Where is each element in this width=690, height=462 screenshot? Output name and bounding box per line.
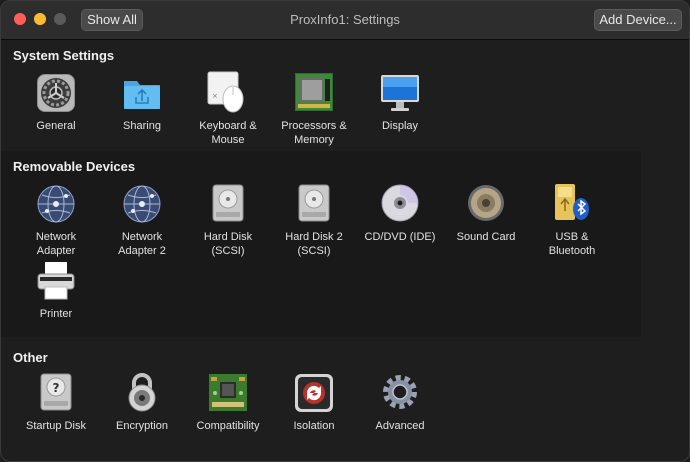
svg-text:?: ?: [53, 381, 60, 395]
removable-devices-heading: Removable Devices: [13, 159, 136, 174]
circuit-board-icon: [206, 371, 250, 415]
network-adapter-2-item[interactable]: Network Adapter 2: [98, 182, 186, 258]
network-globe-icon: [34, 182, 78, 226]
speaker-icon: [464, 182, 508, 226]
processors-memory-label: Processors & Memory: [281, 120, 347, 146]
cd-dvd-label: CD/DVD (IDE): [364, 231, 436, 243]
cd-dvd-item[interactable]: CD/DVD (IDE): [356, 182, 444, 244]
printer-icon: [34, 259, 78, 303]
svg-text:×: ×: [212, 92, 218, 100]
memory-chip-icon: [292, 71, 336, 115]
network-adapter-item[interactable]: Network Adapter: [12, 182, 100, 258]
sound-card-label: Sound Card: [456, 231, 516, 243]
startup-disk-item[interactable]: ? Startup Disk: [12, 371, 100, 433]
hard-disk-icon: [292, 182, 336, 226]
printer-item[interactable]: Printer: [12, 259, 100, 321]
advanced-gear-icon: [378, 371, 422, 415]
compatibility-label: Compatibility: [196, 420, 260, 432]
system-settings-heading: System Settings: [13, 48, 115, 63]
network-globe-icon: [120, 182, 164, 226]
hard-disk-item[interactable]: Hard Disk (SCSI): [184, 182, 272, 258]
other-heading: Other: [13, 350, 48, 365]
display-item[interactable]: Display: [356, 71, 444, 133]
advanced-item[interactable]: Advanced: [356, 371, 444, 433]
hard-disk-icon: [206, 182, 250, 226]
processors-memory-item[interactable]: Processors & Memory: [270, 71, 358, 147]
settings-window: Show All ProxInfo1: Settings Add Device.…: [0, 0, 690, 462]
padlock-icon: [120, 371, 164, 415]
general-item[interactable]: General: [12, 71, 100, 133]
printer-label: Printer: [39, 308, 73, 320]
cd-dvd-icon: [378, 182, 422, 226]
keyboard-mouse-label: Keyboard & Mouse: [199, 120, 257, 146]
startup-disk-label: Startup Disk: [26, 420, 86, 432]
sharing-folder-icon: [120, 71, 164, 115]
general-label: General: [36, 120, 76, 132]
keyboard-mouse-icon: ×: [206, 71, 250, 115]
display-label: Display: [381, 120, 419, 132]
title-bar: Show All ProxInfo1: Settings Add Device.…: [1, 1, 689, 40]
usb-bluetooth-item[interactable]: USB & Bluetooth: [528, 182, 616, 258]
usb-bluetooth-label: USB & Bluetooth: [548, 231, 596, 257]
usb-bluetooth-icon: [550, 182, 594, 226]
add-device-button[interactable]: Add Device...: [594, 9, 682, 31]
window-title: ProxInfo1: Settings: [290, 12, 400, 27]
network-adapter-2-label: Network Adapter 2: [118, 231, 166, 257]
compatibility-item[interactable]: Compatibility: [184, 371, 272, 433]
keyboard-mouse-item[interactable]: × Keyboard & Mouse: [184, 71, 272, 147]
hard-disk-2-label: Hard Disk 2 (SCSI): [285, 231, 343, 257]
sharing-item[interactable]: Sharing: [98, 71, 186, 133]
isolation-label: Isolation: [293, 420, 335, 432]
display-icon: [378, 71, 422, 115]
advanced-label: Advanced: [375, 420, 425, 432]
hard-disk-2-item[interactable]: Hard Disk 2 (SCSI): [270, 182, 358, 258]
network-adapter-label: Network Adapter: [35, 231, 77, 257]
startup-disk-icon: ?: [34, 371, 78, 415]
encryption-item[interactable]: Encryption: [98, 371, 186, 433]
hard-disk-label: Hard Disk (SCSI): [203, 231, 253, 257]
encryption-label: Encryption: [116, 420, 168, 432]
general-icon: [34, 71, 78, 115]
sound-card-item[interactable]: Sound Card: [442, 182, 530, 244]
sharing-label: Sharing: [123, 120, 161, 132]
isolation-icon: [292, 371, 336, 415]
isolation-item[interactable]: Isolation: [270, 371, 358, 433]
